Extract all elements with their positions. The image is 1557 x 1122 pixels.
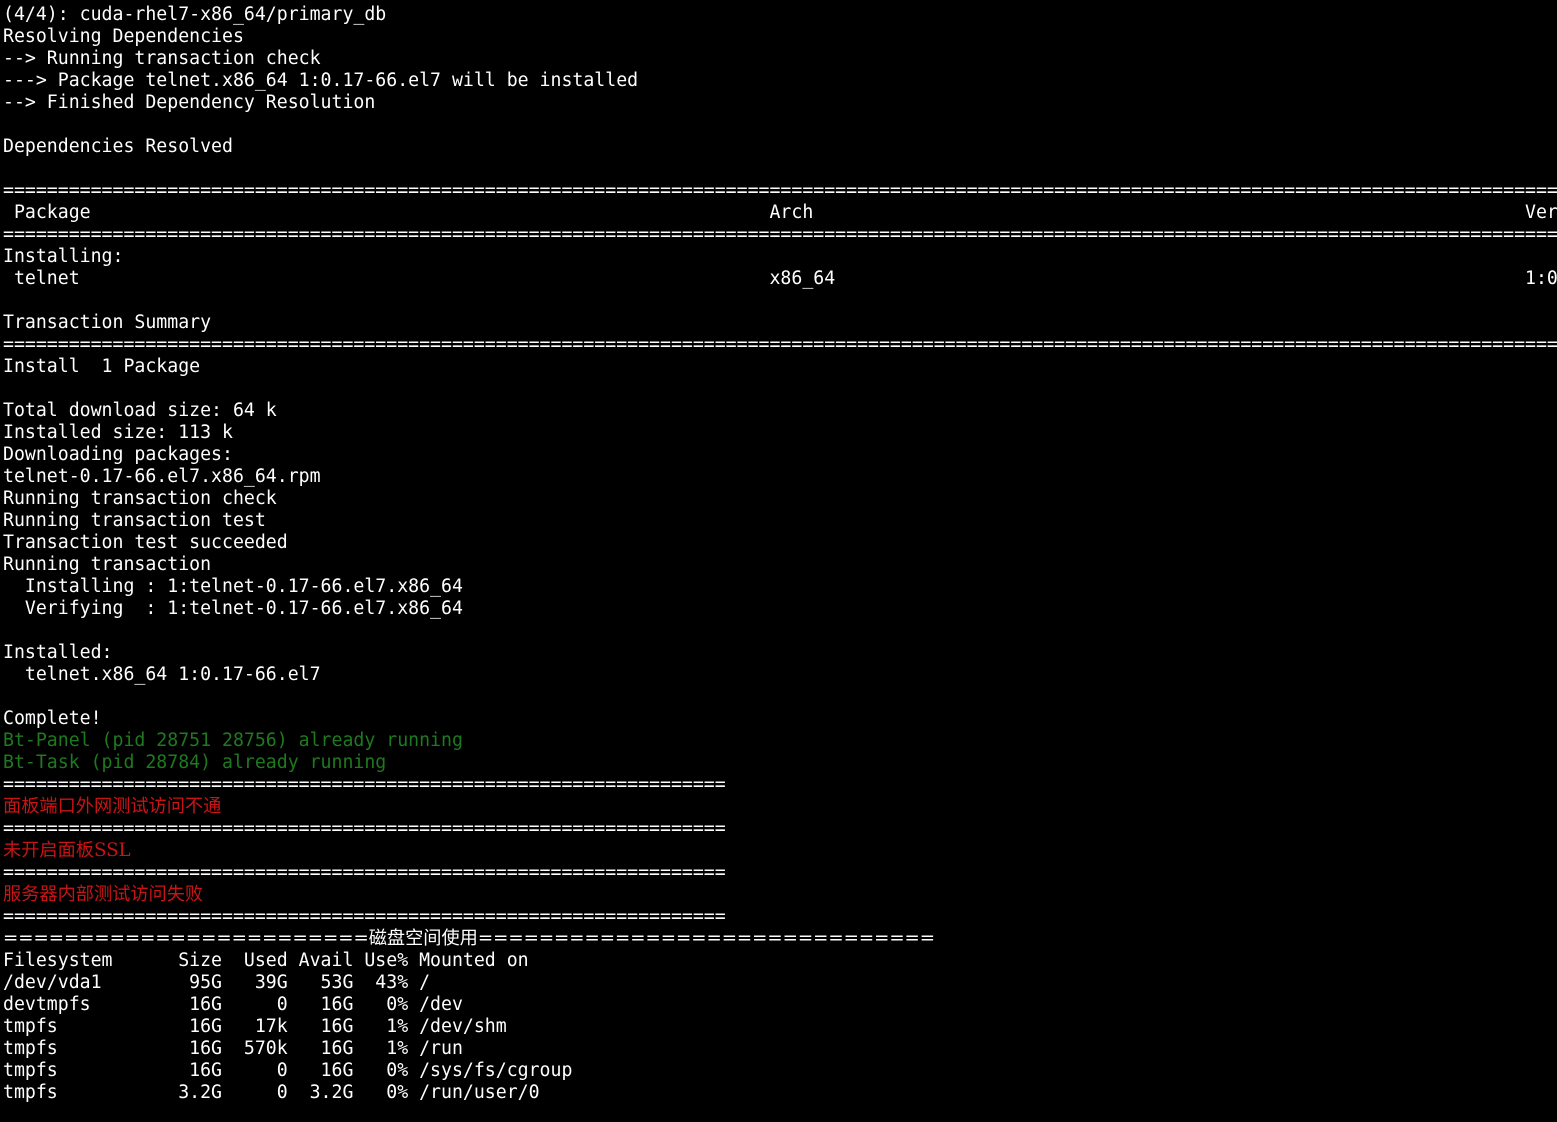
terminal-line: --> Finished Dependency Resolution [3,92,376,113]
terminal-line: tmpfs 16G 570k 16G 1% /run [3,1038,463,1059]
terminal-line: ========================================… [3,334,1557,355]
terminal-line: telnet x86_64 1:0.17-66.el7 [3,268,1557,289]
terminal-line: Installing : 1:telnet-0.17-66.el7.x86_64 [3,576,463,597]
terminal-line: devtmpfs 16G 0 16G 0% /dev [3,994,463,1015]
terminal-line: ========================================… [3,774,726,795]
terminal-line: Complete! [3,708,102,729]
terminal-line: Running transaction test [3,510,266,531]
terminal-line: Package Arch Version [3,202,1557,223]
terminal-line: Dependencies Resolved [3,136,233,157]
terminal-line: Installed size: 113 k [3,422,233,443]
terminal-line: Running transaction [3,554,212,575]
terminal-line: tmpfs 16G 0 16G 0% /sys/fs/cgroup [3,1060,573,1081]
terminal-line: ---> Package telnet.x86_64 1:0.17-66.el7… [3,70,639,91]
terminal-line: Downloading packages: [3,444,233,465]
terminal-line: 未开启面板SSL [3,840,131,861]
terminal-line: Transaction test succeeded [3,532,288,553]
terminal-line: tmpfs 16G 17k 16G 1% /dev/shm [3,1016,507,1037]
terminal-line: Total download size: 64 k [3,400,277,421]
terminal-line: ========================================… [3,180,1557,201]
terminal-line: ========================================… [3,224,1557,245]
terminal-line: telnet.x86_64 1:0.17-66.el7 [3,664,321,685]
terminal-line: (4/4): cuda-rhel7-x86_64/primary_db [3,4,387,25]
terminal-line: /dev/vda1 95G 39G 53G 43% / [3,972,431,993]
terminal-window[interactable]: (4/4): cuda-rhel7-x86_64/primary_db Resol… [3,4,1557,1122]
terminal-line: Installed: [3,642,113,663]
terminal-line: Verifying : 1:telnet-0.17-66.el7.x86_64 [3,598,463,619]
terminal-line: ========================================… [3,862,726,883]
terminal-line: telnet-0.17-66.el7.x86_64.rpm [3,466,321,487]
terminal-line: Running transaction check [3,488,277,509]
terminal-line: Bt-Task (pid 28784) already running [3,752,387,773]
terminal-line: Install 1 Package [3,356,201,377]
terminal-line: 面板端口外网测试访问不通 [3,796,222,817]
terminal-line: Filesystem Size Used Avail Use% Mounted … [3,950,529,971]
terminal-line: 服务器内部测试访问失败 [3,884,204,905]
terminal-line: --> Running transaction check [3,48,321,69]
terminal-line: Transaction Summary [3,312,212,333]
terminal-line: ========================================… [3,818,726,839]
terminal-line: Installing: [3,246,124,267]
terminal-line: ========================磁盘空间使用==========… [3,928,936,949]
terminal-line: tmpfs 3.2G 0 3.2G 0% /run/user/0 [3,1082,540,1103]
terminal-line: Bt-Panel (pid 28751 28756) already runni… [3,730,463,751]
terminal-line: Resolving Dependencies [3,26,244,47]
terminal-line: ========================================… [3,906,726,927]
